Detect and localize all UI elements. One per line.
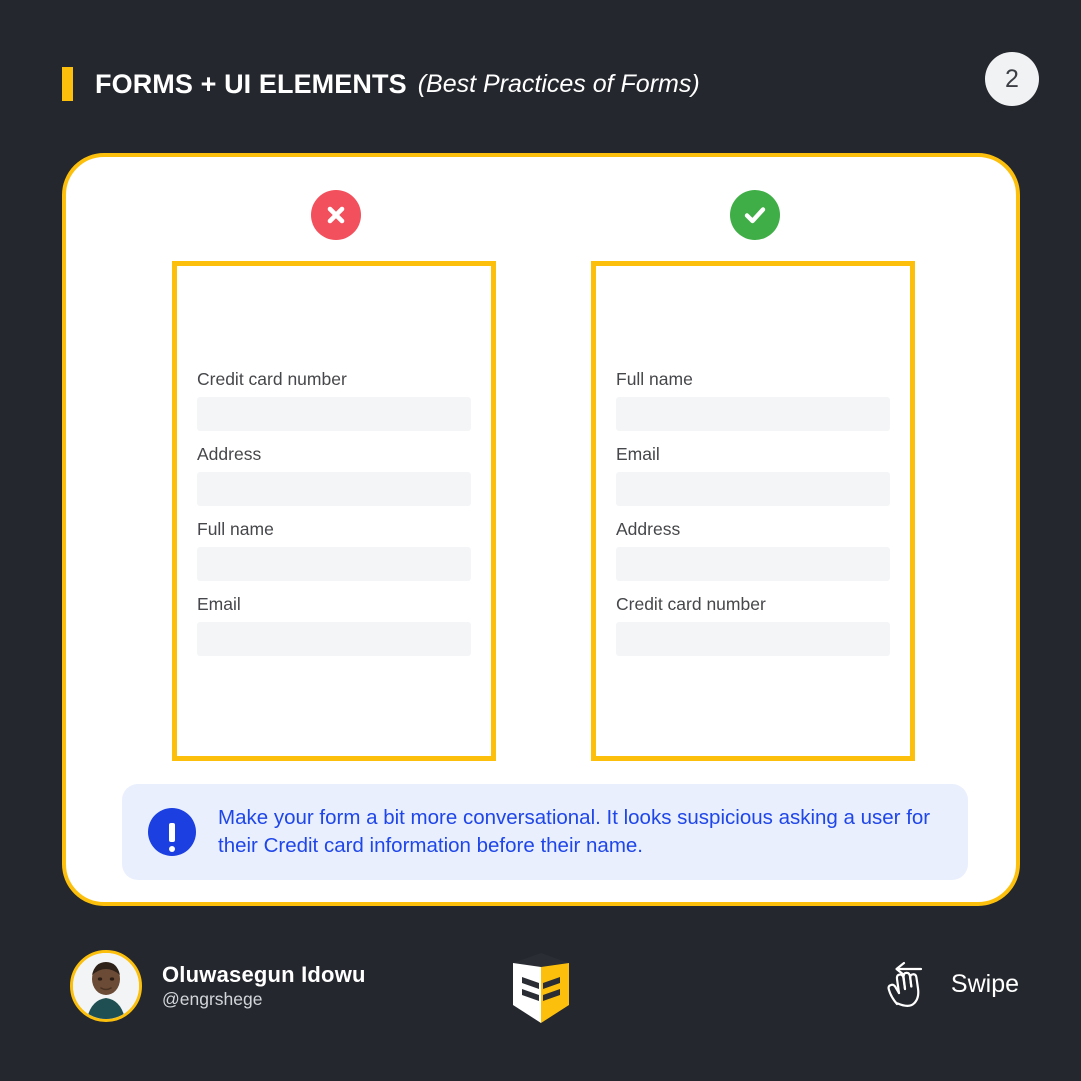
swipe-label: Swipe [950,969,1019,998]
field-input[interactable] [197,472,471,506]
form-field: Address [616,519,890,581]
exclamation-circle-icon [148,808,196,856]
field-input[interactable] [616,472,890,506]
field-label: Email [616,444,660,464]
field-label: Address [616,519,681,539]
field-label: Credit card number [197,369,347,389]
field-input[interactable] [616,622,890,656]
form-field: Email [616,444,890,506]
good-form-panel: Full name Email Address Credit card numb… [591,261,915,761]
es-monogram-logo [509,953,573,1023]
avatar [70,950,142,1022]
form-field: Email [197,594,471,656]
field-label: Full name [616,369,693,389]
content-card: Credit card number Address Full name Ema… [62,153,1020,906]
page-title: FORMS + UI ELEMENTS [95,68,407,99]
form-field: Full name [197,519,471,581]
field-label: Email [197,594,241,614]
field-input[interactable] [197,622,471,656]
field-label: Address [197,444,262,464]
header: FORMS + UI ELEMENTS (Best Practices of F… [62,52,1039,112]
field-input[interactable] [616,547,890,581]
author-handle: @engrshege [162,989,263,1010]
accent-bar [62,67,73,101]
form-field: Full name [616,369,890,431]
x-circle-icon [311,190,361,240]
form-field: Credit card number [197,369,471,431]
form-field: Address [197,444,471,506]
callout-text: Make your form a bit more conversational… [218,805,931,857]
check-circle-icon [730,190,780,240]
field-input[interactable] [197,397,471,431]
author-text: Oluwasegun Idowu @engrshege [162,961,366,1011]
form-field: Credit card number [616,594,890,656]
bad-form-panel: Credit card number Address Full name Ema… [172,261,496,761]
field-label: Credit card number [616,594,766,614]
field-input[interactable] [197,547,471,581]
swipe-indicator: Swipe [883,958,1019,1010]
page-subtitle: (Best Practices of Forms) [417,69,700,98]
field-input[interactable] [616,397,890,431]
field-label: Full name [197,519,274,539]
comparison-status-row [66,190,1016,242]
author-block: Oluwasegun Idowu @engrshege [70,950,366,1022]
advice-callout: Make your form a bit more conversational… [122,784,968,880]
swipe-hand-left-icon [883,958,939,1010]
page-number-badge: 2 [985,52,1039,106]
bad-form-fields: Credit card number Address Full name Ema… [197,369,471,656]
footer: Oluwasegun Idowu @engrshege Swipe [0,940,1081,1050]
good-form-fields: Full name Email Address Credit card numb… [616,369,890,656]
author-name: Oluwasegun Idowu [162,961,366,987]
